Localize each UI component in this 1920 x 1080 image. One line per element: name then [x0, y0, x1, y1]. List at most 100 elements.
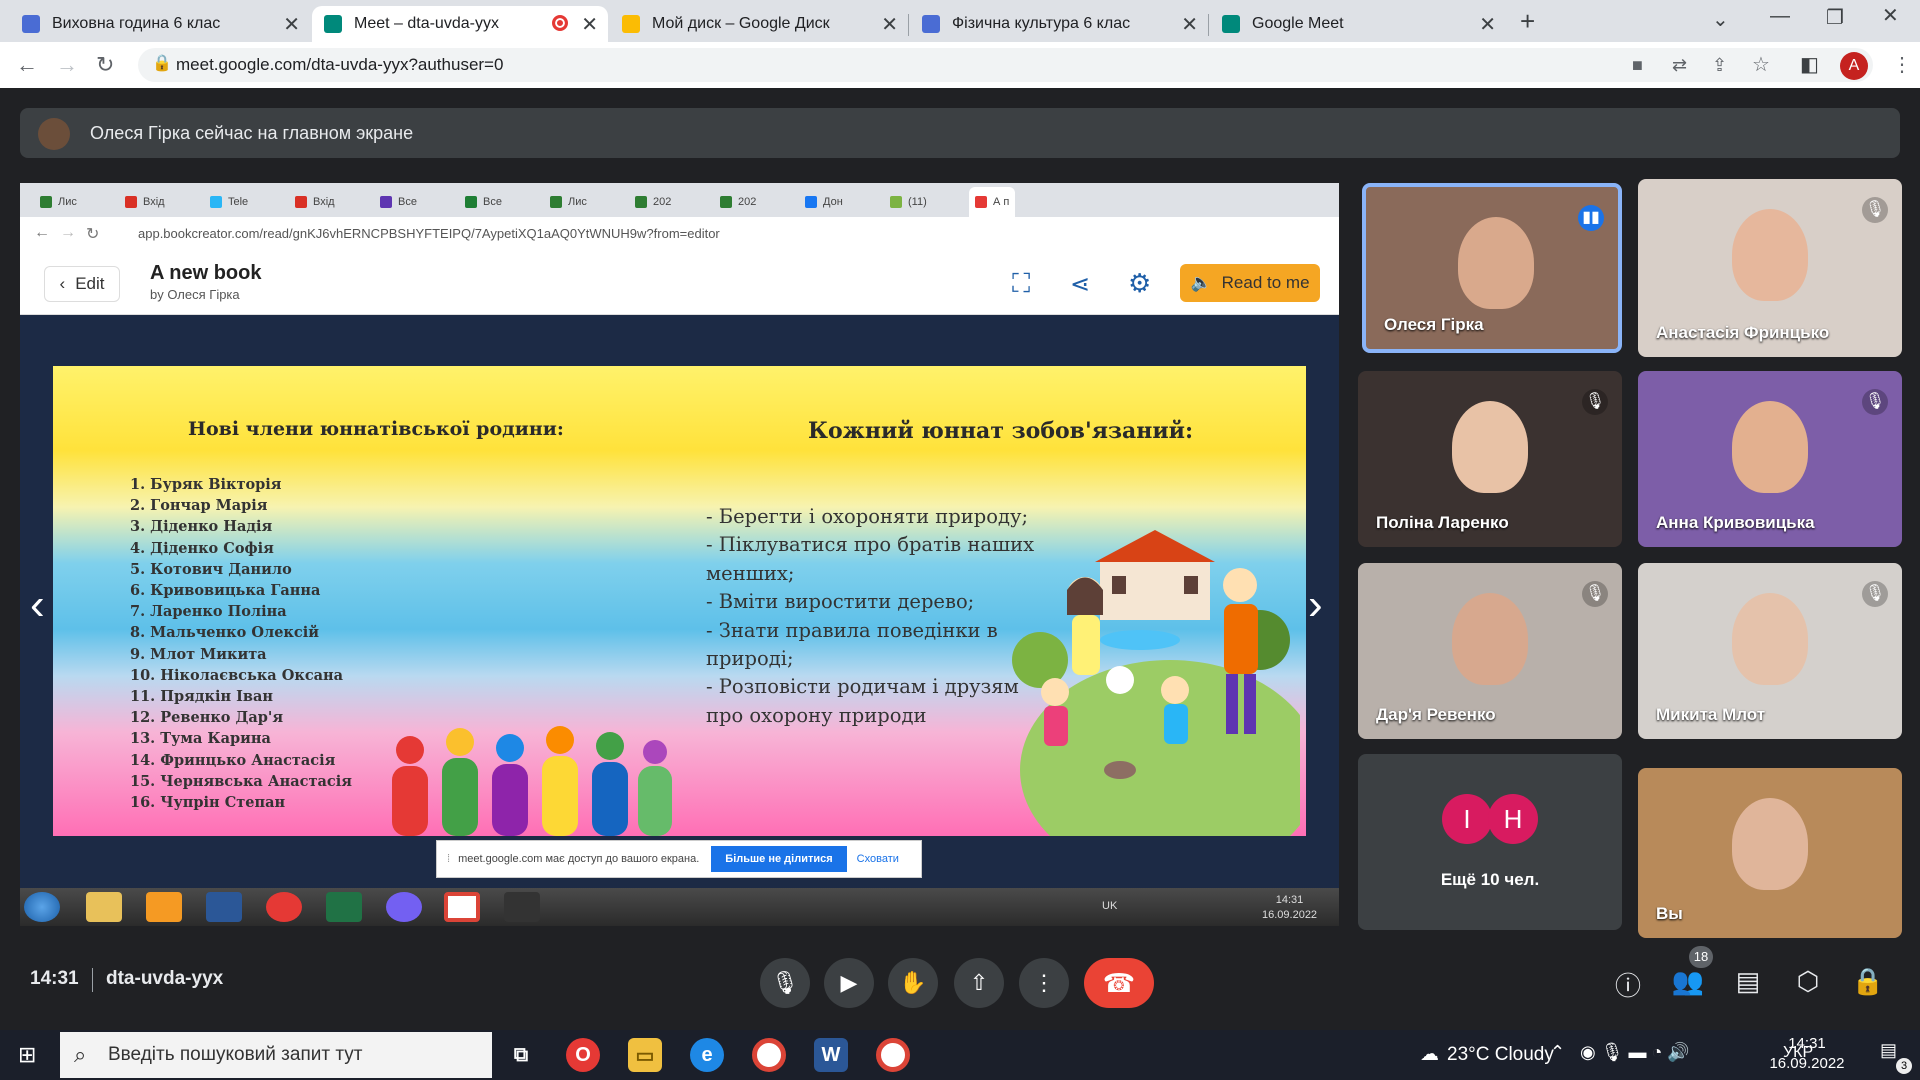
list-item: 6. Кривовицька Ганна: [130, 582, 321, 600]
shared-tab-title: 202: [738, 196, 757, 208]
tab-favicon-icon: [550, 196, 562, 208]
participant-tile[interactable]: Олеся Гірка ▮▮: [1362, 183, 1622, 353]
participant-tile[interactable]: Дар'я Ревенко 🎙: [1358, 563, 1622, 739]
list-item: 11. Прядкін Іван: [130, 688, 273, 706]
participant-name: Микита Млот: [1656, 705, 1766, 724]
menu-icon[interactable]: ⋮: [1892, 55, 1912, 75]
duties-list: - Берегти і охороняти природу; - Піклува…: [706, 503, 1046, 730]
browser-tab[interactable]: Виховна година 6 клас ✕: [10, 6, 310, 42]
host-controls-icon[interactable]: 🔒: [1850, 966, 1886, 997]
minimize-icon[interactable]: —: [1770, 6, 1790, 26]
forward-icon: →: [60, 224, 76, 241]
side-panel-icon[interactable]: ◧: [1800, 55, 1819, 75]
edge-icon[interactable]: e: [690, 1038, 724, 1072]
close-icon[interactable]: ✕: [283, 12, 300, 37]
browser-tab[interactable]: Google Meet ✕: [1210, 6, 1506, 42]
microphone-icon: 🎙: [771, 970, 799, 995]
list-item: 16. Чупрін Степан: [130, 794, 286, 812]
people-icon[interactable]: 👥: [1670, 966, 1706, 997]
share-icon[interactable]: ⋖: [1070, 270, 1090, 299]
task-view-icon[interactable]: ⧉: [504, 1038, 538, 1072]
participant-tile[interactable]: Вы: [1638, 768, 1902, 938]
share-icon[interactable]: ⇪: [1712, 56, 1727, 74]
new-tab-icon[interactable]: +: [1520, 8, 1535, 34]
shared-tab-title: Лис: [568, 196, 587, 208]
participant-video: [1452, 401, 1528, 493]
present-button[interactable]: ⇧: [954, 958, 1004, 1008]
more-options-button[interactable]: ⋮: [1019, 958, 1069, 1008]
list-item: 12. Ревенко Дар'я: [130, 709, 284, 727]
weather-widget[interactable]: ☁ 23°C Cloudy: [1420, 1043, 1554, 1066]
maximize-icon[interactable]: ❐: [1826, 8, 1844, 28]
speaker-icon: 🔈: [1190, 273, 1212, 292]
mic-off-icon: 🎙: [1862, 389, 1888, 415]
activities-icon[interactable]: ⬡: [1790, 966, 1826, 997]
window-close-icon[interactable]: ✕: [1882, 6, 1899, 26]
shared-tab-title: (11): [908, 196, 927, 208]
hide-button[interactable]: Сховати: [857, 853, 899, 865]
opera-icon[interactable]: O: [566, 1038, 600, 1072]
shared-tab-title: 202: [653, 196, 672, 208]
browser-tab[interactable]: Фізична культура 6 клас ✕: [910, 6, 1208, 42]
info-icon[interactable]: ⓘ: [1610, 966, 1646, 1003]
edit-button[interactable]: ‹ Edit: [44, 266, 120, 302]
list-item: 7. Ларенко Поліна: [130, 603, 287, 621]
forward-icon[interactable]: →: [56, 54, 78, 76]
prev-page-icon[interactable]: ‹: [30, 580, 45, 630]
list-item: 5. Котович Данило: [130, 560, 292, 578]
participant-tile[interactable]: Анастасія Фринцько 🎙: [1638, 179, 1902, 357]
tray-icons[interactable]: ◉ 🎙 ▬ ◔ 🔊: [1580, 1042, 1690, 1063]
close-icon[interactable]: ✕: [1479, 12, 1496, 37]
next-page-icon[interactable]: ›: [1308, 580, 1323, 630]
participant-video: [1452, 593, 1528, 685]
people-crowd-illustration: [392, 726, 672, 836]
address-bar[interactable]: meet.google.com/dta-uvda-yyx?authuser=0: [138, 48, 1873, 82]
tab-favicon-icon: [805, 196, 817, 208]
avatar: H: [1488, 794, 1538, 844]
tab-search-icon[interactable]: ⌄: [1712, 10, 1729, 30]
raise-hand-button[interactable]: ✋: [888, 958, 938, 1008]
windows-start-icon[interactable]: ⊞: [18, 1042, 42, 1067]
chrome-icon[interactable]: [876, 1038, 910, 1072]
browser-tab-active[interactable]: Meet – dta-uvda-yyx ✕: [312, 6, 608, 42]
tab-favicon-icon: [125, 196, 137, 208]
list-item: 15. Чернявська Анастасія: [130, 772, 352, 790]
participant-name: Дар'я Ревенко: [1376, 705, 1496, 724]
more-vert-icon: ⋮: [1033, 970, 1055, 995]
lock-icon[interactable]: 🔒: [152, 56, 172, 72]
presenter-avatar: [38, 118, 70, 150]
microphone-button[interactable]: 🎙: [760, 958, 810, 1008]
reload-icon[interactable]: ↻: [96, 54, 114, 76]
shared-address-bar: ← → ↻ app.bookcreator.com/read/gnKJ6vhER…: [20, 217, 1339, 251]
profile-avatar[interactable]: A: [1840, 52, 1868, 80]
list-item: 13. Тума Карина: [130, 730, 271, 748]
close-icon[interactable]: ✕: [1181, 12, 1198, 37]
participant-tile[interactable]: Анна Кривовицька 🎙: [1638, 371, 1902, 547]
end-call-button[interactable]: ☎: [1084, 958, 1154, 1008]
camera-icon[interactable]: ■: [1632, 56, 1643, 74]
chrome-icon[interactable]: [752, 1038, 786, 1072]
camera-button[interactable]: ▶: [824, 958, 874, 1008]
tab-divider: [908, 14, 909, 36]
taskbar-clock[interactable]: 14:31 16.09.2022: [1752, 1034, 1862, 1074]
participant-tile[interactable]: Поліна Ларенко 🎙: [1358, 371, 1622, 547]
more-participants-tile[interactable]: I H Ещё 10 чел.: [1358, 754, 1622, 930]
word-icon[interactable]: W: [814, 1038, 848, 1072]
read-to-me-button[interactable]: 🔈 Read to me: [1180, 264, 1320, 302]
close-icon[interactable]: ✕: [881, 12, 898, 37]
cloud-icon: ☁: [1420, 1044, 1439, 1065]
close-icon[interactable]: ✕: [581, 12, 598, 37]
family-nature-illustration: [1012, 530, 1300, 836]
tray-chevron-icon[interactable]: ⌃: [1550, 1042, 1565, 1063]
fullscreen-icon[interactable]: ⛶: [1012, 268, 1030, 300]
bookmark-star-icon[interactable]: ☆: [1752, 55, 1770, 75]
back-icon[interactable]: ←: [16, 54, 38, 76]
taskbar-search-input[interactable]: ⌕ Введіть пошуковий запит тут: [60, 1032, 492, 1078]
translate-icon[interactable]: ⇄: [1672, 56, 1687, 74]
stop-sharing-button[interactable]: Більше не ділитися: [711, 846, 847, 872]
participant-tile[interactable]: Микита Млот 🎙: [1638, 563, 1902, 739]
file-explorer-icon[interactable]: ▭: [628, 1038, 662, 1072]
browser-tab[interactable]: Мой диск – Google Диск ✕: [610, 6, 908, 42]
chat-icon[interactable]: ▤: [1730, 966, 1766, 997]
settings-gear-icon[interactable]: ⚙: [1128, 268, 1151, 299]
